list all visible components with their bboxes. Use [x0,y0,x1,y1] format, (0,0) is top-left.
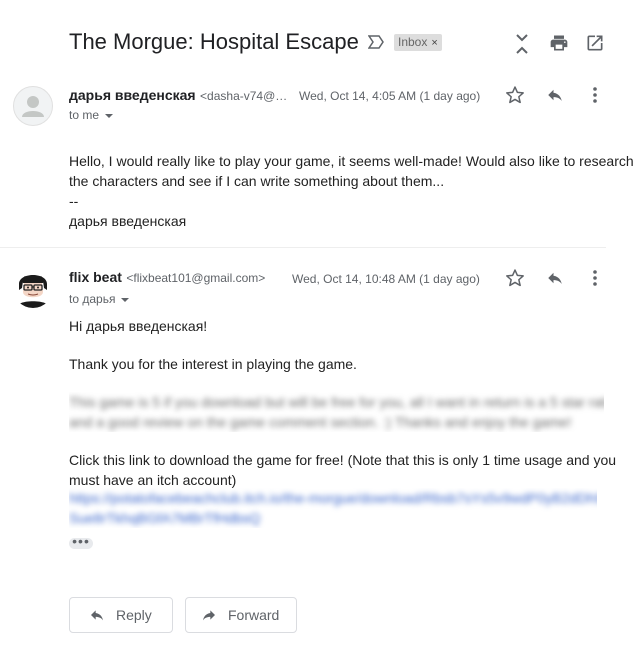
recipients-text: to дарья [69,292,116,306]
open-in-new-window-icon[interactable] [585,33,605,53]
message-divider [0,247,606,248]
recipients-dropdown[interactable]: to дарья [69,292,130,306]
link-line[interactable]: Sue8rTkhqBGfA7MBrTfHdbsQ [69,508,597,528]
message-1-body: Hello, I would really like to play your … [69,151,634,231]
forward-button[interactable]: Forward [185,597,297,633]
chevron-down-icon [121,297,130,302]
sender-email: <dasha-v74@… [200,89,288,103]
forward-arrow-icon [200,607,218,623]
blurred-line: and a good review on the game comment se… [69,414,572,430]
download-instructions: Click this link to download the game for… [69,450,617,490]
body-line: Hello, I would really like to play your … [69,153,634,169]
download-line: must have an itch account) [69,472,237,488]
message-1-sender: дарья введенская <dasha-v74@… [69,87,287,105]
blurred-text-block: This game is 5 if you download but will … [69,392,604,432]
reply-icon[interactable] [545,269,565,287]
print-icon[interactable] [549,33,569,53]
collapse-all-icon[interactable] [512,33,532,54]
signature-name: дарья введенская [69,213,187,229]
reply-button[interactable]: Reply [69,597,173,633]
message-date[interactable]: Wed, Oct 14, 4:05 AM (1 day ago) [299,89,480,103]
inbox-label-text: Inbox [398,35,428,49]
recipients-text: to me [69,108,100,122]
reply-button-label: Reply [116,607,152,623]
star-icon[interactable] [505,268,525,288]
more-options-icon[interactable] [585,268,605,288]
recipients-dropdown[interactable]: to me [69,108,114,122]
chevron-down-icon [105,113,114,118]
greeting-line: Hi дарья введенская! [69,318,208,334]
inbox-label-chip[interactable]: Inbox × [394,34,442,51]
message-date[interactable]: Wed, Oct 14, 10:48 AM (1 day ago) [292,272,480,286]
link-line[interactable]: https://potatofacebeachclub.itch.io/the-… [69,488,597,508]
thanks-line: Thank you for the interest in playing th… [69,356,357,372]
email-subject: The Morgue: Hospital Escape [69,29,359,54]
sender-name[interactable]: дарья введенская [69,87,196,103]
sender-email: <flixbeat101@gmail.com> [126,271,266,285]
body-line: the characters and see if I can write so… [69,173,445,189]
download-link[interactable]: https://potatofacebeachclub.itch.io/the-… [69,488,597,528]
signature-separator: -- [69,193,79,209]
importance-marker-icon[interactable] [368,35,384,49]
message-2-sender: flix beat <flixbeat101@gmail.com> [69,269,265,287]
forward-button-label: Forward [228,607,280,623]
reply-icon[interactable] [545,86,565,104]
show-trimmed-content-button[interactable]: ••• [69,534,93,549]
more-options-icon[interactable] [585,85,605,105]
sender-name[interactable]: flix beat [69,269,122,285]
reply-arrow-icon [88,607,106,623]
sender-avatar[interactable] [13,268,53,308]
remove-label-icon[interactable]: × [431,37,437,49]
sender-avatar[interactable] [13,86,53,126]
download-line: Click this link to download the game for… [69,452,617,468]
blurred-line: This game is 5 if you download but will … [69,394,604,410]
star-icon[interactable] [505,85,525,105]
